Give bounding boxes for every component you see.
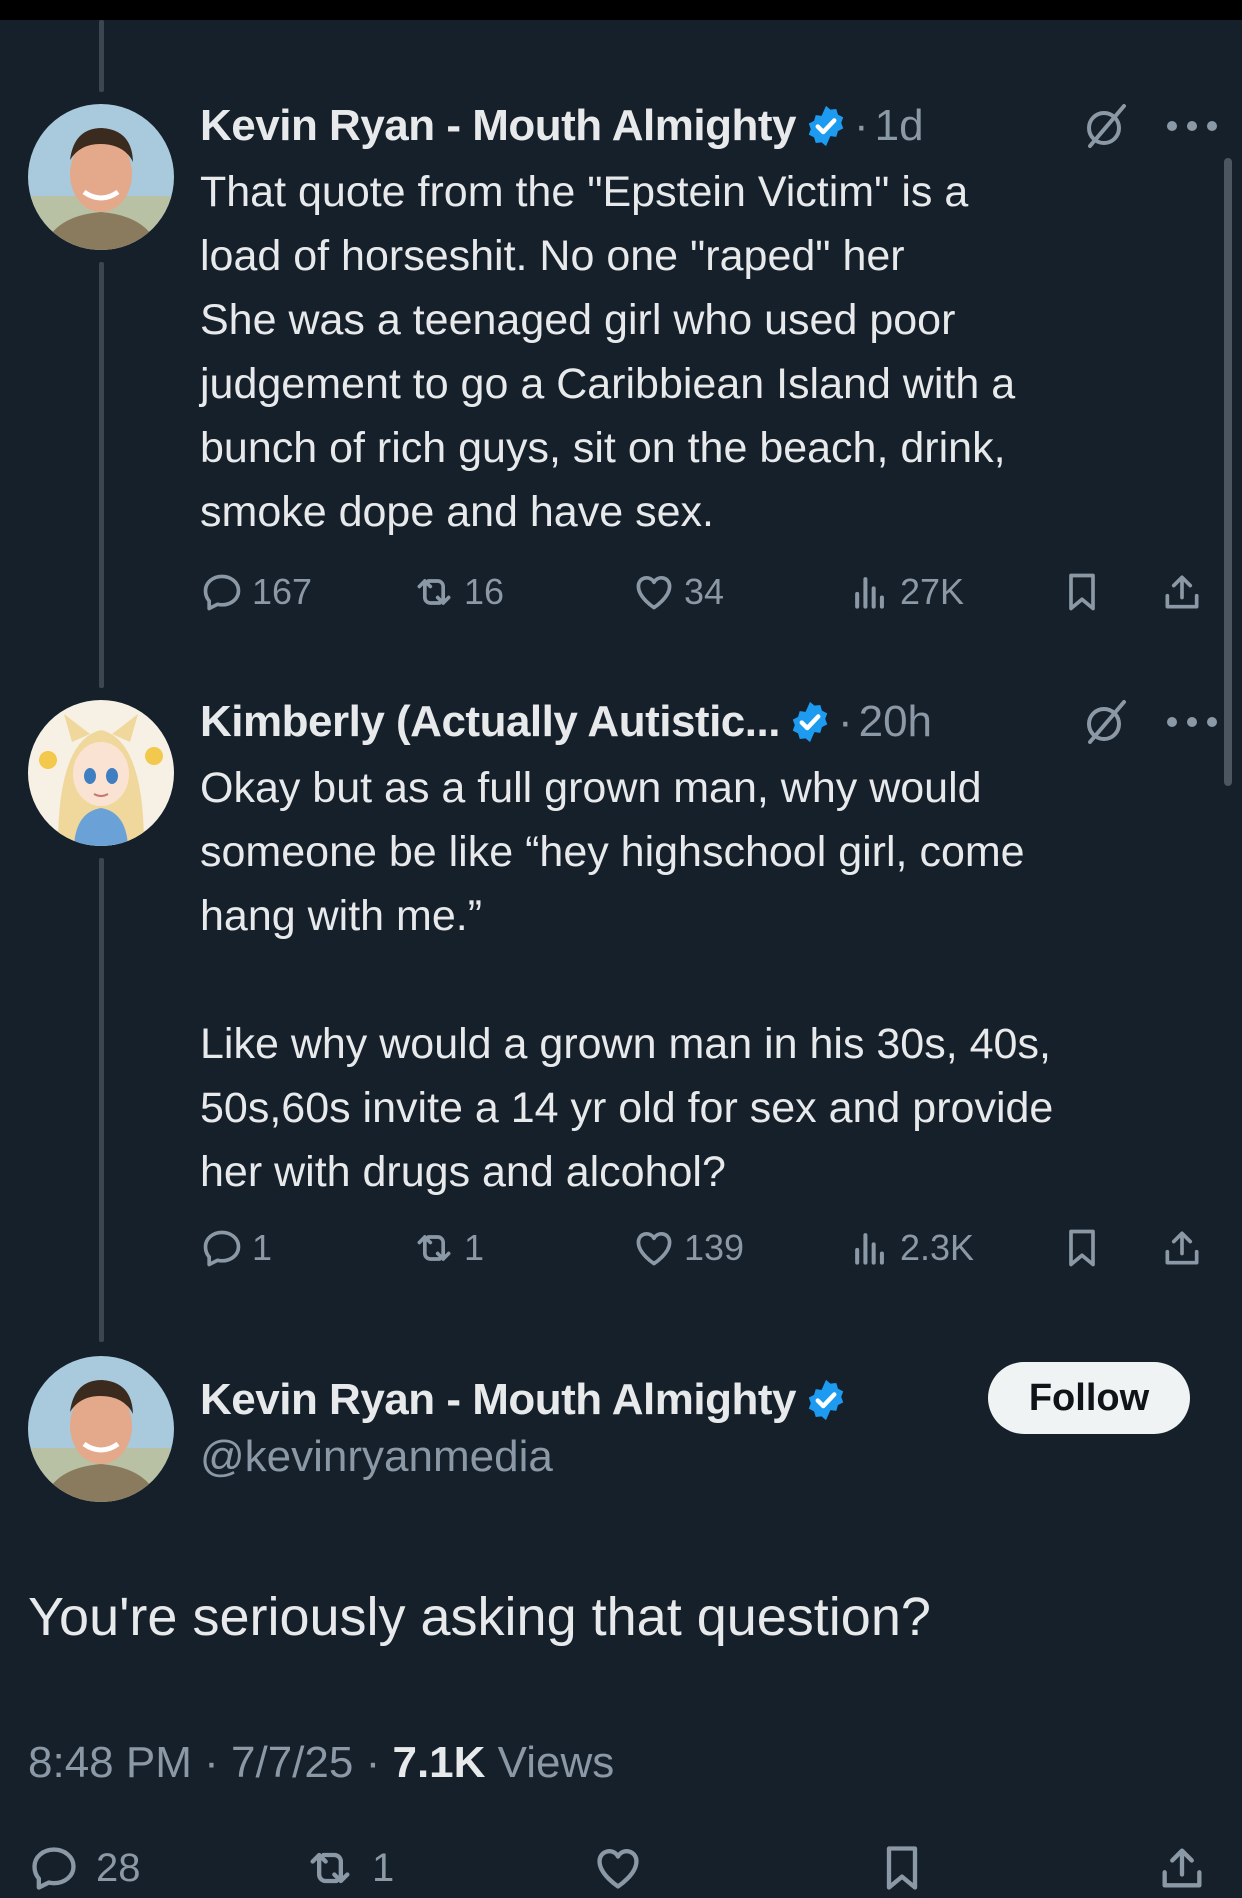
tweet-header: Kimberly (Actually Autistic... · 20h xyxy=(200,692,932,752)
views-button[interactable]: 2.3K xyxy=(848,1226,974,1270)
view-count: 27K xyxy=(900,571,965,612)
tweet-time[interactable]: 8:48 PM xyxy=(28,1738,192,1787)
separator: · xyxy=(837,697,853,746)
views-button[interactable]: 27K xyxy=(848,570,964,614)
bookmark-icon xyxy=(1069,1229,1095,1267)
reply-count: 1 xyxy=(252,1227,273,1268)
tweet-actions: 1 1 139 2.3K xyxy=(200,1222,1210,1278)
tweet-date[interactable]: 7/7/25 xyxy=(231,1738,353,1787)
tweet-text: That quote from the "Epstein Victim" is … xyxy=(200,168,1016,536)
author-name[interactable]: Kimberly (Actually Autistic... xyxy=(200,697,780,747)
bookmark-button[interactable] xyxy=(876,1842,928,1894)
grok-icon[interactable] xyxy=(1082,698,1130,746)
like-button[interactable]: 139 xyxy=(632,1226,744,1270)
like-button[interactable]: 34 xyxy=(632,570,724,614)
repost-icon xyxy=(310,1852,350,1884)
like-count: 139 xyxy=(684,1227,745,1268)
verified-badge-icon xyxy=(808,105,844,147)
bookmark-button[interactable] xyxy=(1060,570,1104,614)
tweet-actions: 28 1 xyxy=(28,1842,1228,1898)
author-handle[interactable]: @kevinryanmedia xyxy=(200,1432,553,1482)
reply-button[interactable]: 28 xyxy=(28,1842,141,1894)
reply-count: 28 xyxy=(96,1845,141,1890)
timestamp[interactable]: 1d xyxy=(875,101,924,151)
repost-icon xyxy=(417,1235,451,1261)
heart-icon xyxy=(636,1231,672,1266)
tweet-meta: 8:48 PM · 7/7/25 · 7.1K Views xyxy=(28,1738,614,1788)
reply-button[interactable]: 167 xyxy=(200,570,312,614)
repost-count: 1 xyxy=(372,1845,395,1890)
bookmark-icon xyxy=(886,1846,918,1890)
tweet-header: Kevin Ryan - Mouth Almighty xyxy=(200,1370,848,1430)
like-button[interactable] xyxy=(592,1842,644,1894)
reply-icon xyxy=(32,1847,76,1890)
separator: · xyxy=(854,101,869,150)
separator: · xyxy=(204,1738,219,1787)
separator: · xyxy=(365,1738,381,1787)
scrollbar[interactable] xyxy=(1224,158,1232,786)
repost-button[interactable]: 16 xyxy=(412,570,504,614)
verified-badge-icon xyxy=(808,1379,844,1421)
analytics-icon xyxy=(855,1233,884,1265)
verified-badge-icon xyxy=(792,701,828,743)
share-button[interactable] xyxy=(1160,1226,1204,1270)
view-count: 2.3K xyxy=(900,1227,975,1268)
tweet-text: Okay but as a full grown man, why would … xyxy=(200,764,1054,1196)
share-button[interactable] xyxy=(1156,1842,1208,1894)
repost-icon xyxy=(417,579,451,605)
tweet-header: Kevin Ryan - Mouth Almighty · 1d xyxy=(200,96,924,156)
author-name[interactable]: Kevin Ryan - Mouth Almighty xyxy=(200,101,797,151)
timestamp[interactable]: 20h xyxy=(859,697,932,747)
status-bar xyxy=(0,0,1242,20)
thread-line xyxy=(99,858,104,1342)
share-icon xyxy=(1162,1848,1202,1888)
reply-icon xyxy=(203,1230,241,1267)
tweet-text: You're seriously asking that question? xyxy=(28,1587,931,1647)
heart-icon xyxy=(597,1849,639,1889)
repost-count: 16 xyxy=(464,571,505,612)
repost-count: 1 xyxy=(464,1227,485,1268)
repost-button[interactable]: 1 xyxy=(304,1842,394,1894)
avatar[interactable] xyxy=(28,700,174,846)
thread-line xyxy=(99,20,104,92)
reply-count: 167 xyxy=(252,571,313,612)
like-count: 34 xyxy=(684,571,725,612)
share-icon xyxy=(1165,1231,1199,1265)
share-icon xyxy=(1165,575,1199,609)
bookmark-button[interactable] xyxy=(1060,1226,1104,1270)
bookmark-icon xyxy=(1069,573,1095,611)
thread-line xyxy=(99,262,104,688)
more-options-icon[interactable] xyxy=(1162,712,1222,732)
author-name[interactable]: Kevin Ryan - Mouth Almighty xyxy=(200,1375,797,1425)
avatar[interactable] xyxy=(28,1356,174,1502)
follow-button[interactable]: Follow xyxy=(988,1362,1190,1434)
reply-button[interactable]: 1 xyxy=(200,1226,272,1270)
heart-icon xyxy=(636,575,672,610)
repost-button[interactable]: 1 xyxy=(412,1226,484,1270)
tweet-actions: 167 16 34 27K xyxy=(200,566,1210,622)
avatar[interactable] xyxy=(28,104,174,250)
analytics-icon xyxy=(855,577,884,609)
grok-icon[interactable] xyxy=(1082,102,1130,150)
share-button[interactable] xyxy=(1160,570,1204,614)
reply-icon xyxy=(203,574,241,611)
views-label: Views xyxy=(497,1738,615,1787)
more-options-icon[interactable] xyxy=(1162,116,1222,136)
views-count: 7.1K xyxy=(392,1738,486,1787)
